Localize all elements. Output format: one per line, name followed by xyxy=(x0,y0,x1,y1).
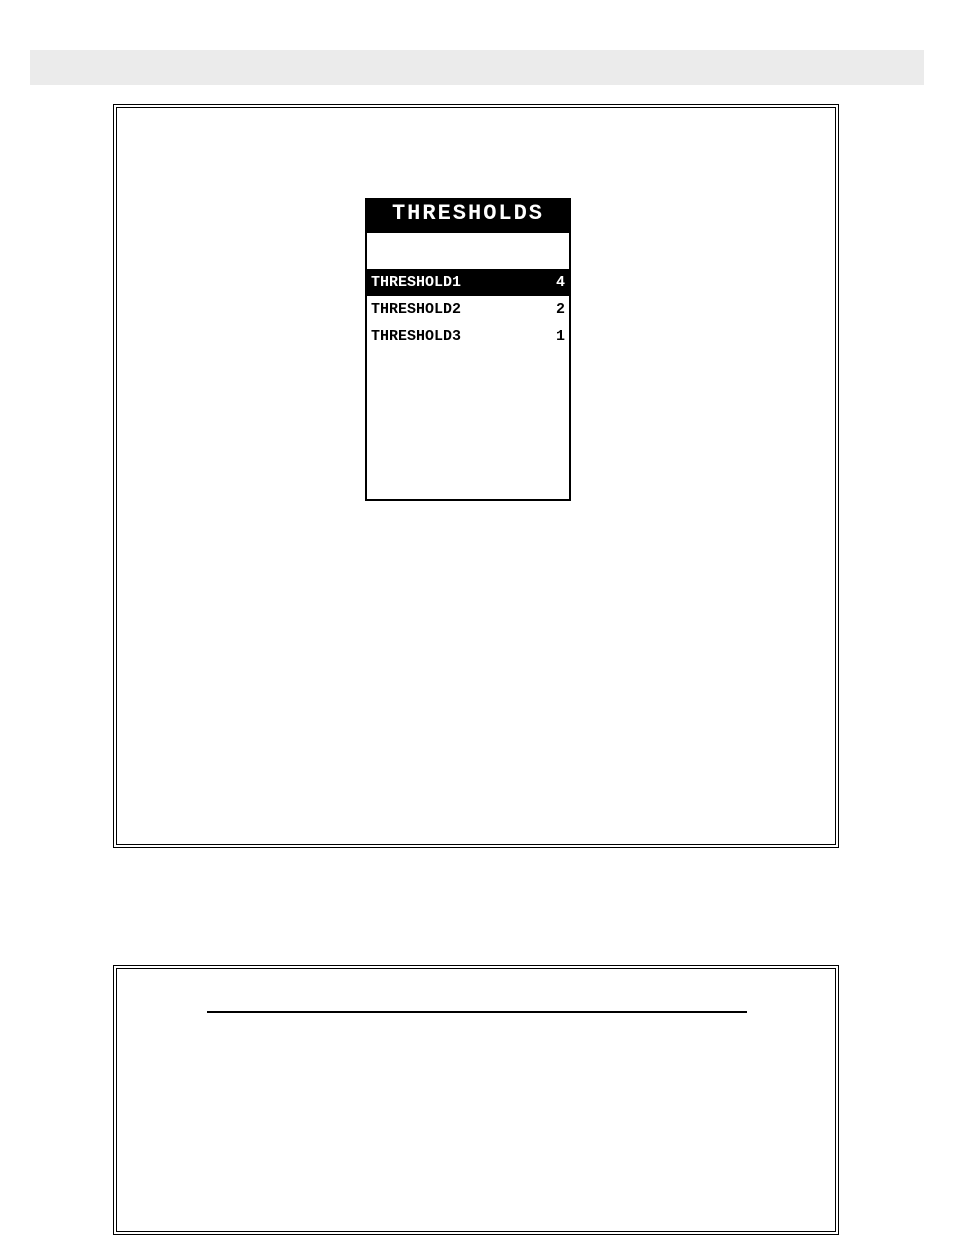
main-frame: THRESHOLDS THRESHOLD1 4 THRESHOLD2 2 THR… xyxy=(113,104,839,848)
top-header-bar xyxy=(30,50,924,85)
thresholds-menu: THRESHOLDS THRESHOLD1 4 THRESHOLD2 2 THR… xyxy=(365,198,571,501)
menu-item-threshold3[interactable]: THRESHOLD3 1 xyxy=(367,323,569,350)
menu-item-label: THRESHOLD3 xyxy=(371,326,461,347)
lower-frame xyxy=(113,965,839,1235)
menu-item-threshold1[interactable]: THRESHOLD1 4 xyxy=(367,269,569,296)
menu-item-label: THRESHOLD1 xyxy=(371,272,461,293)
menu-item-value: 2 xyxy=(556,299,565,320)
menu-item-label: THRESHOLD2 xyxy=(371,299,461,320)
menu-item-value: 1 xyxy=(556,326,565,347)
underline-rule xyxy=(207,1011,747,1013)
menu-list-box: THRESHOLD1 4 THRESHOLD2 2 THRESHOLD3 1 xyxy=(365,231,571,501)
menu-title: THRESHOLDS xyxy=(365,198,571,231)
menu-spacer xyxy=(367,233,569,269)
menu-item-threshold2[interactable]: THRESHOLD2 2 xyxy=(367,296,569,323)
menu-item-value: 4 xyxy=(556,272,565,293)
